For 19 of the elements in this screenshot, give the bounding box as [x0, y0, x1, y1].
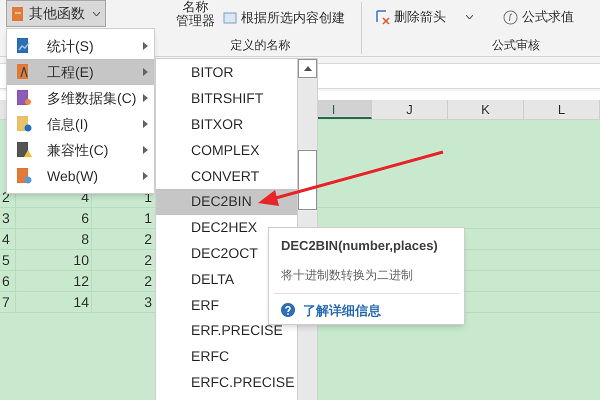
row-number: 4 [0, 229, 16, 249]
function-signature: DEC2BIN(number,places) [281, 237, 439, 255]
group-label: 定义的名称 [230, 37, 290, 54]
row-number: 6 [0, 271, 16, 291]
table-cell-text: 2 [143, 251, 153, 270]
table-cell-text: 2 [143, 230, 153, 249]
function-description: 将十进制数转换为二进制 [281, 266, 414, 284]
row-number: 3 [0, 208, 16, 228]
table-cell: 14 [16, 292, 92, 312]
table-cell-text: 1 [143, 209, 153, 228]
table-cell: 10 [16, 250, 92, 270]
table-cell: 8 [16, 229, 92, 249]
row-number: 5 [0, 250, 16, 270]
table-cell: 12 [16, 271, 92, 291]
table-cell: 6 [16, 208, 92, 228]
table-cell-text: 2 [143, 272, 153, 291]
table-cell-text: 3 [143, 293, 153, 312]
row-number: 7 [0, 292, 16, 312]
group-label: 公式审核 [492, 37, 541, 54]
